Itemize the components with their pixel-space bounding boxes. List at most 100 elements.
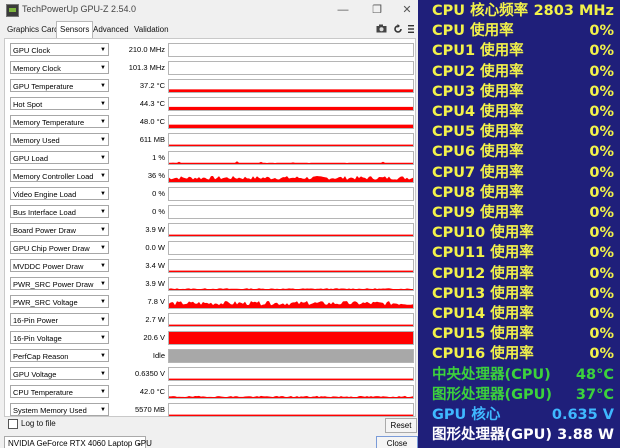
sensor-label-dropdown[interactable]: Bus Interface Load ▼ — [10, 205, 109, 218]
sensor-graph — [168, 97, 414, 111]
sensor-label: System Memory Used — [13, 406, 87, 415]
sensor-label-dropdown[interactable]: GPU Load ▼ — [10, 151, 109, 164]
sensor-label: GPU Chip Power Draw — [13, 244, 90, 253]
sensor-row: Memory Temperature ▼ 48.0 °C — [10, 115, 414, 129]
sensor-label-dropdown[interactable]: GPU Clock ▼ — [10, 43, 109, 56]
sensor-value: 37.2 °C — [139, 81, 165, 90]
sensor-label-dropdown[interactable]: GPU Temperature ▼ — [10, 79, 109, 92]
sensor-row: PerfCap Reason ▼ Idle — [10, 349, 414, 363]
dropdown-arrow-icon: ▼ — [100, 281, 106, 287]
sensor-label: GPU Voltage — [13, 370, 57, 379]
osd-label: 中央处理器(CPU) — [432, 366, 551, 383]
osd-label: CPU13 使用率 — [432, 285, 534, 302]
graph-fill — [169, 124, 413, 128]
sensor-value: 5570 MB — [134, 405, 165, 414]
sensor-graph-plot — [169, 270, 413, 272]
sensor-row: System Memory Used ▼ 5570 MB — [10, 403, 414, 417]
sensor-row: PWR_SRC Power Draw ▼ 3.9 W — [10, 277, 414, 291]
sensor-graph — [168, 349, 414, 363]
graph-fill — [169, 288, 413, 290]
sensor-value: 2.7 W — [145, 315, 165, 324]
sensor-graph — [168, 79, 414, 93]
osd-label: GPU 核心 — [432, 407, 501, 423]
sensor-label: Memory Temperature — [13, 118, 85, 127]
sensor-value: 42.0 °C — [139, 387, 165, 396]
sensor-label: GPU Load — [13, 154, 49, 163]
title-bar[interactable]: TechPowerUp GPU-Z 2.54.0 — ❐ ✕ — [0, 0, 418, 20]
graph-fill — [169, 324, 413, 326]
osd-row: 图形处理器(GPU) 37°C — [432, 385, 614, 405]
sensor-label-dropdown[interactable]: PerfCap Reason ▼ — [10, 349, 109, 362]
sensor-graph — [168, 367, 414, 381]
menu-icon[interactable] — [408, 24, 414, 37]
sensor-label-dropdown[interactable]: Memory Clock ▼ — [10, 61, 109, 74]
dropdown-arrow-icon: ▼ — [100, 65, 106, 71]
sensor-label-dropdown[interactable]: MVDDC Power Draw ▼ — [10, 259, 109, 272]
checkbox-box[interactable] — [8, 419, 18, 429]
sensor-graph-plot — [169, 395, 413, 398]
sensor-label-dropdown[interactable]: Memory Controller Load ▼ — [10, 169, 109, 182]
sensor-label-dropdown[interactable]: PWR_SRC Voltage ▼ — [10, 295, 109, 308]
minimize-button[interactable]: — — [334, 2, 352, 18]
osd-value: 0% — [589, 184, 614, 201]
sensor-value: 3.4 W — [145, 261, 165, 270]
sensor-value: Idle — [152, 351, 165, 360]
sensor-label-dropdown[interactable]: Hot Spot ▼ — [10, 97, 109, 110]
sensor-label-dropdown[interactable]: Memory Temperature ▼ — [10, 115, 109, 128]
dropdown-arrow-icon: ▼ — [100, 155, 106, 161]
osd-value: 0.635 V — [551, 407, 614, 423]
gpu-select-dropdown[interactable]: NVIDIA GeForce RTX 4060 Laptop GPU ⌄ — [4, 436, 152, 448]
osd-value: 0% — [589, 306, 614, 322]
sensor-graph — [168, 313, 414, 327]
sensor-value: 3.9 W — [145, 279, 165, 288]
sensor-graph-plot — [169, 414, 413, 416]
sensor-label: Memory Clock — [13, 64, 61, 73]
sensor-label-dropdown[interactable]: CPU Temperature ▼ — [10, 385, 109, 398]
sensor-value: 7.8 V — [147, 297, 165, 306]
sensors-panel: GPU Clock ▼ 210.0 MHz Memory Clock ▼ 101.3 MH… — [4, 38, 416, 417]
tab-graphics-card[interactable]: Graphics Card — [4, 22, 62, 37]
sensor-value: 3.9 W — [145, 225, 165, 234]
sensor-label: Video Engine Load — [13, 190, 77, 199]
sensor-label-dropdown[interactable]: GPU Voltage ▼ — [10, 367, 109, 380]
sensor-label-dropdown[interactable]: Video Engine Load ▼ — [10, 187, 109, 200]
osd-value: 0% — [589, 346, 614, 363]
close-button[interactable]: Close — [376, 436, 418, 448]
dropdown-arrow-icon: ▼ — [100, 101, 106, 107]
camera-icon[interactable] — [376, 24, 387, 36]
reset-button[interactable]: Reset — [385, 418, 417, 433]
osd-label: 图形处理器(GPU) — [432, 386, 553, 403]
osd-label: CPU14 使用率 — [432, 306, 534, 322]
osd-value: 0% — [589, 326, 614, 343]
close-window-button[interactable]: ✕ — [398, 2, 416, 18]
sensor-label-dropdown[interactable]: GPU Chip Power Draw ▼ — [10, 241, 109, 254]
sensor-graph — [168, 205, 414, 219]
osd-value: 0% — [589, 43, 614, 60]
osd-label: CPU4 使用率 — [432, 104, 524, 120]
sensor-graph — [168, 403, 414, 417]
sensor-label-dropdown[interactable]: 16-Pin Voltage ▼ — [10, 331, 109, 344]
sensor-graph-plot — [169, 206, 413, 218]
sensor-label-dropdown[interactable]: System Memory Used ▼ — [10, 403, 109, 416]
sensor-value: 0.0 W — [145, 243, 165, 252]
tab-advanced[interactable]: Advanced — [90, 22, 132, 37]
osd-row: CPU8 使用率 0% — [432, 183, 614, 203]
tab-sensors[interactable]: Sensors — [56, 21, 94, 38]
sensor-value: 20.6 V — [143, 333, 165, 342]
sensor-label-dropdown[interactable]: Memory Used ▼ — [10, 133, 109, 146]
refresh-icon[interactable] — [393, 24, 403, 37]
graph-fill — [169, 234, 413, 236]
sensor-label-dropdown[interactable]: 16-Pin Power ▼ — [10, 313, 109, 326]
sensor-label: PerfCap Reason — [13, 352, 69, 361]
dropdown-arrow-icon: ▼ — [100, 209, 106, 215]
sensor-graph-plot — [169, 324, 413, 326]
tab-validation[interactable]: Validation — [131, 22, 172, 37]
log-to-file-checkbox[interactable]: Log to file — [8, 419, 56, 429]
osd-row: CPU13 使用率 0% — [432, 284, 614, 304]
restore-button[interactable]: ❐ — [368, 2, 386, 18]
sensor-label-dropdown[interactable]: Board Power Draw ▼ — [10, 223, 109, 236]
sensor-label-dropdown[interactable]: PWR_SRC Power Draw ▼ — [10, 277, 109, 290]
sensor-value: 1 % — [152, 153, 165, 162]
gpuz-app-icon — [6, 4, 19, 17]
osd-row: CPU9 使用率 0% — [432, 203, 614, 223]
